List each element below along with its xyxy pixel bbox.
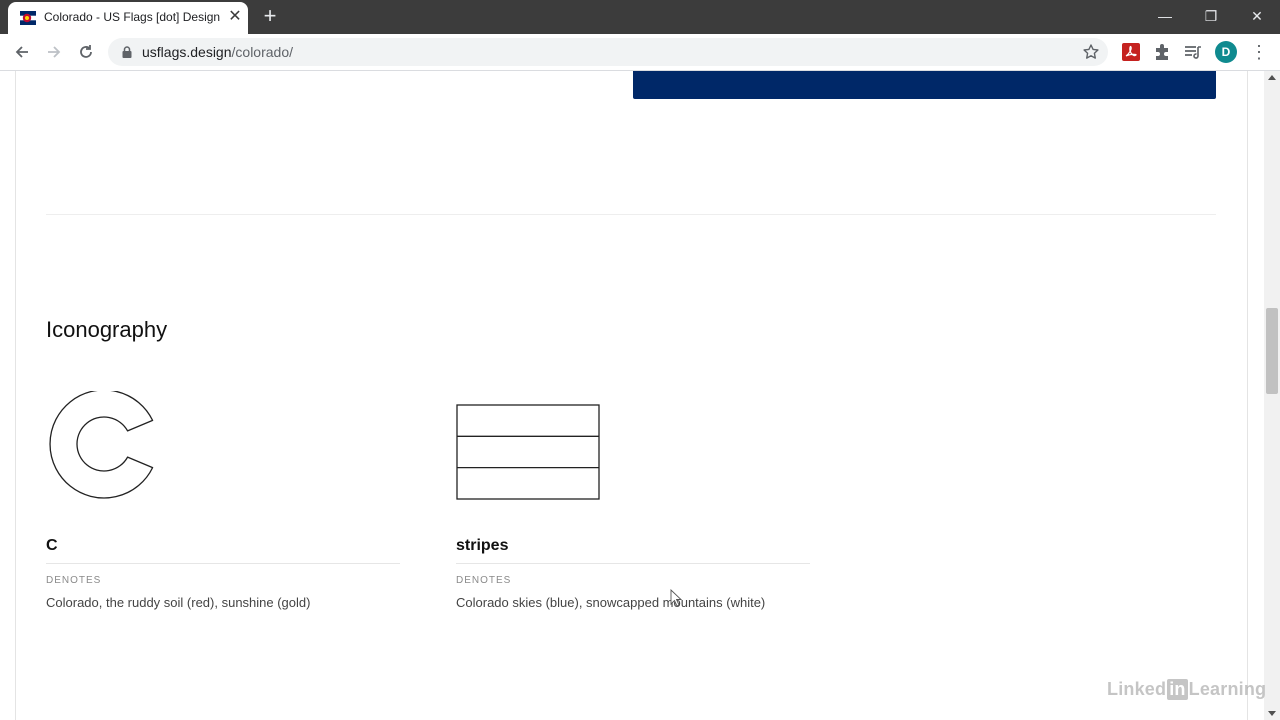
new-tab-icon[interactable]: + [258, 4, 282, 28]
tab-strip: Colorado - US Flags [dot] Design ✕ + — ❐… [0, 0, 1280, 34]
icon-meta-label: DENOTES [46, 575, 102, 586]
url-text: usflags.design/colorado/ [142, 44, 293, 60]
icon-rule [456, 563, 810, 564]
minimize-icon[interactable]: — [1142, 0, 1188, 32]
forward-icon[interactable] [42, 40, 66, 64]
reload-icon[interactable] [74, 40, 98, 64]
watermark-suffix: Learning [1188, 679, 1267, 699]
lock-icon [122, 46, 132, 58]
close-tab-icon[interactable]: ✕ [226, 8, 244, 26]
scrollbar-thumb[interactable] [1266, 308, 1278, 394]
extensions-puzzle-icon[interactable] [1152, 42, 1172, 62]
mouse-cursor-icon [670, 589, 682, 607]
address-bar[interactable]: usflags.design/colorado/ [108, 38, 1108, 66]
browser-tab[interactable]: Colorado - US Flags [dot] Design ✕ [8, 2, 248, 34]
profile-avatar[interactable]: D [1215, 41, 1237, 63]
section-title: Iconography [46, 317, 168, 342]
reading-list-icon[interactable] [1183, 42, 1203, 62]
window-close-icon[interactable]: ✕ [1234, 0, 1280, 32]
icon-name: stripes [456, 537, 509, 554]
colorado-flag-favicon-icon [20, 11, 36, 25]
content-border-right [1247, 71, 1248, 720]
content-border-left [15, 71, 16, 720]
flag-image-bottom-edge [633, 71, 1216, 99]
stripes-icon [456, 404, 600, 500]
linkedin-learning-watermark: Linked in Learning [1107, 679, 1266, 700]
watermark-in-box: in [1167, 679, 1188, 700]
bookmark-star-icon[interactable] [1082, 43, 1100, 61]
scroll-down-arrow-icon[interactable] [1268, 711, 1276, 716]
icon-meta-value: Colorado, the ruddy soil (red), sunshine… [46, 595, 311, 610]
icon-rule [46, 563, 400, 564]
more-menu-icon[interactable]: ⋮ [1250, 41, 1268, 63]
section-divider [46, 214, 1216, 215]
restore-icon[interactable]: ❐ [1188, 0, 1234, 32]
icon-meta-label: DENOTES [456, 575, 512, 586]
pdf-extension-icon[interactable] [1121, 42, 1141, 62]
url-host: usflags.design [142, 44, 232, 60]
watermark-prefix: Linked [1107, 679, 1167, 699]
vertical-scrollbar[interactable] [1264, 71, 1280, 720]
icon-name: C [46, 537, 58, 554]
icon-meta-value: Colorado skies (blue), snowcapped mounta… [456, 595, 766, 610]
url-path: /colorado/ [231, 44, 293, 60]
c-shape-icon [49, 391, 154, 499]
scroll-up-arrow-icon[interactable] [1268, 75, 1276, 80]
page-viewport: Iconography C DENOTES Colorado, the rudd… [0, 71, 1280, 720]
browser-toolbar: usflags.design/colorado/ D ⋮ [0, 34, 1280, 71]
back-icon[interactable] [10, 40, 34, 64]
tab-title: Colorado - US Flags [dot] Design [44, 10, 220, 24]
